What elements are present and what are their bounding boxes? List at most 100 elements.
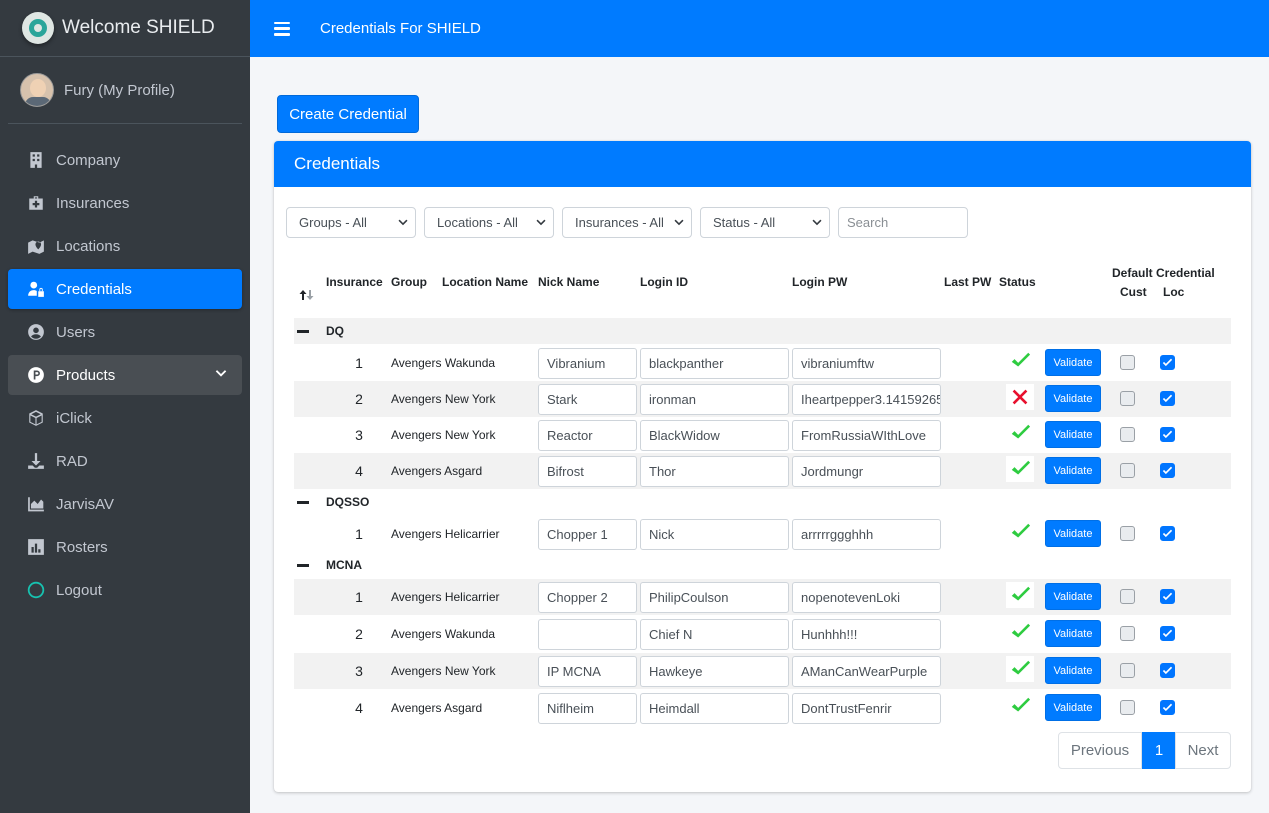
credential-loc-checkbox[interactable] [1160,526,1175,541]
validate-button[interactable]: Validate [1045,385,1101,412]
search-input[interactable] [838,207,968,238]
validate-button[interactable]: Validate [1045,349,1101,376]
default-cust-checkbox[interactable] [1120,663,1135,678]
locations-select-value: Locations - All [437,215,518,230]
nick-name-input[interactable]: Chopper 2 [538,582,637,613]
groups-select[interactable]: Groups - All [286,207,416,238]
credential-loc-checkbox[interactable] [1160,391,1175,406]
login-id-input[interactable]: ironman [640,384,789,415]
nick-name-input[interactable]: Chopper 1 [538,519,637,550]
page-1-button[interactable]: 1 [1142,732,1176,769]
nick-name-input[interactable]: Niflheim [538,693,637,724]
credential-loc-checkbox[interactable] [1160,626,1175,641]
collapse-icon[interactable] [297,329,309,333]
default-cust-checkbox[interactable] [1120,526,1135,541]
header-login-id: Login ID [640,275,688,289]
validate-button[interactable]: Validate [1045,421,1101,448]
group-name: MCNA [326,558,362,572]
user-name[interactable]: Fury (My Profile) [64,82,175,99]
default-cust-checkbox[interactable] [1120,700,1135,715]
login-id-input[interactable]: Thor [640,456,789,487]
check-icon [1006,693,1034,719]
insurances-select[interactable]: Insurances - All [562,207,692,238]
sidebar-item-company[interactable]: Company [8,140,242,180]
credential-loc-checkbox[interactable] [1160,589,1175,604]
default-cust-checkbox[interactable] [1120,463,1135,478]
validate-button[interactable]: Validate [1045,457,1101,484]
credential-loc-checkbox[interactable] [1160,700,1175,715]
login-id-input[interactable]: Nick [640,519,789,550]
default-cust-checkbox[interactable] [1120,589,1135,604]
validate-button[interactable]: Validate [1045,583,1101,610]
default-cust-checkbox[interactable] [1120,391,1135,406]
sidebar-item-credentials[interactable]: Credentials [8,269,242,309]
download-icon [26,451,46,471]
sort-icon[interactable] [299,289,317,301]
sidebar-item-users[interactable]: Users [8,312,242,352]
login-id-input[interactable]: BlackWidow [640,420,789,451]
sidebar-item-logout[interactable]: Logout [8,570,242,610]
sidebar-item-rad[interactable]: RAD [8,441,242,481]
login-id-input[interactable]: blackpanther [640,348,789,379]
collapse-icon[interactable] [297,563,309,567]
login-id-input[interactable]: PhilipCoulson [640,582,789,613]
sidebar-item-insurances[interactable]: Insurances [8,183,242,223]
status-select[interactable]: Status - All [700,207,830,238]
login-pw-input[interactable]: AManCanWearPurple [792,656,941,687]
sidebar-item-label: Products [56,366,116,384]
default-cust-checkbox[interactable] [1120,427,1135,442]
login-pw-input[interactable]: DontTrustFenrir [792,693,941,724]
validate-button[interactable]: Validate [1045,520,1101,547]
default-cust-checkbox[interactable] [1120,626,1135,641]
login-pw-input[interactable]: arrrrrggghhh [792,519,941,550]
location-name: Avengers Asgard [391,464,483,478]
nick-name-input[interactable]: Vibranium [538,348,637,379]
brand[interactable]: Welcome SHIELD [0,0,250,57]
collapse-icon[interactable] [297,500,309,504]
next-page-button[interactable]: Next [1175,732,1231,769]
login-pw-input[interactable]: FromRussiaWIthLove [792,420,941,451]
location-name: Avengers Wakunda [391,356,496,370]
row-number: 2 [355,391,363,407]
nick-name-input[interactable]: Bifrost [538,456,637,487]
login-pw-input[interactable]: Hunhhh!!! [792,619,941,650]
chevron-down-icon[interactable] [214,367,228,381]
login-pw-input[interactable]: nopenotevenLoki [792,582,941,613]
login-pw-input[interactable]: vibraniumftw [792,348,941,379]
validate-button[interactable]: Validate [1045,620,1101,647]
nick-name-input[interactable]: IP MCNA [538,656,637,687]
previous-page-button[interactable]: Previous [1058,732,1142,769]
filters: Groups - All Locations - All Insurances … [286,207,968,238]
login-pw-input[interactable]: Iheartpepper3.14159265 [792,384,941,415]
login-id-input[interactable]: Heimdall [640,693,789,724]
login-pw-input[interactable]: Jordmungr [792,456,941,487]
map-marker-icon [26,236,46,256]
sidebar-item-jarvisav[interactable]: JarvisAV [8,484,242,524]
create-credential-button[interactable]: Create Credential [277,95,419,133]
nick-name-input[interactable]: Stark [538,384,637,415]
group-row[interactable]: MCNA [294,552,1231,578]
sidebar-item-rosters[interactable]: Rosters [8,527,242,567]
default-cust-checkbox[interactable] [1120,355,1135,370]
sidebar-item-products[interactable]: Products [8,355,242,395]
nick-name-input[interactable]: Reactor [538,420,637,451]
login-id-input[interactable]: Hawkeye [640,656,789,687]
user-panel[interactable]: Fury (My Profile) [8,57,242,124]
validate-button[interactable]: Validate [1045,657,1101,684]
group-row[interactable]: DQ [294,318,1231,344]
header-default: Default [1112,266,1153,280]
credential-loc-checkbox[interactable] [1160,427,1175,442]
groups-select-value: Groups - All [299,215,367,230]
menu-icon[interactable] [274,21,290,36]
credential-loc-checkbox[interactable] [1160,355,1175,370]
card-title: Credentials [274,141,1251,187]
sidebar-item-iclick[interactable]: iClick [8,398,242,438]
locations-select[interactable]: Locations - All [424,207,554,238]
sidebar-item-locations[interactable]: Locations [8,226,242,266]
nick-name-input[interactable] [538,619,637,650]
group-row[interactable]: DQSSO [294,489,1231,515]
login-id-input[interactable]: Chief N [640,619,789,650]
validate-button[interactable]: Validate [1045,694,1101,721]
credential-loc-checkbox[interactable] [1160,663,1175,678]
credential-loc-checkbox[interactable] [1160,463,1175,478]
